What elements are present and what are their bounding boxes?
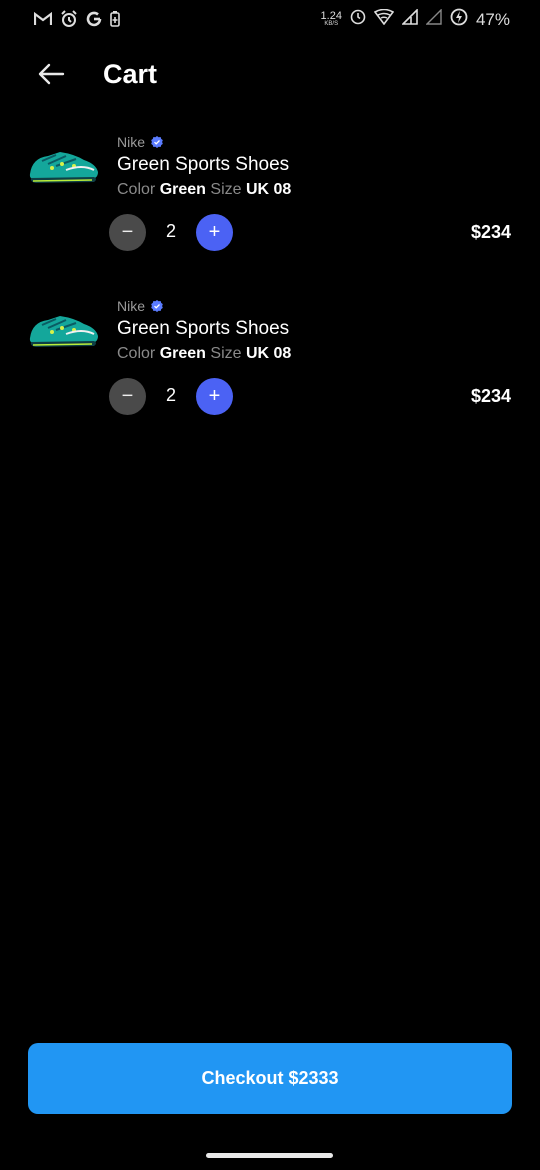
charging-icon bbox=[450, 8, 468, 31]
app-header: Cart bbox=[0, 52, 540, 98]
increase-quantity-button[interactable]: + bbox=[196, 214, 233, 251]
google-icon bbox=[86, 11, 102, 33]
color-label: Color bbox=[117, 345, 156, 362]
status-right: 1.24 KB/S 47% bbox=[321, 8, 510, 31]
brand-row: Nike bbox=[117, 134, 163, 150]
brand-row: Nike bbox=[117, 298, 163, 314]
product-image[interactable] bbox=[26, 146, 102, 186]
status-left bbox=[33, 10, 120, 34]
battery-percent: 47% bbox=[475, 9, 510, 29]
product-name: Green Sports Shoes bbox=[117, 318, 290, 339]
product-spec: Color Green Size UK 08 bbox=[117, 181, 291, 199]
item-price: $234 bbox=[470, 386, 511, 406]
quantity-value: 2 bbox=[165, 221, 176, 241]
increase-quantity-button[interactable]: + bbox=[196, 378, 233, 415]
checkout-button[interactable]: Checkout $2333 bbox=[28, 1043, 512, 1114]
color-label: Color bbox=[117, 181, 156, 198]
home-indicator[interactable] bbox=[206, 1153, 333, 1158]
cart-item: Nike Green Sports Shoes Color Green Size… bbox=[0, 134, 540, 284]
arrow-left-icon bbox=[38, 63, 65, 85]
color-value: Green bbox=[159, 345, 206, 362]
quantity-value: 2 bbox=[165, 385, 176, 405]
item-price: $234 bbox=[470, 222, 511, 242]
cart-item: Nike Green Sports Shoes Color Green Size… bbox=[0, 298, 540, 448]
brand-name: Nike bbox=[117, 134, 146, 150]
status-bar: 1.24 KB/S 47% bbox=[0, 0, 540, 40]
product-name: Green Sports Shoes bbox=[117, 154, 290, 175]
size-value: UK 08 bbox=[245, 345, 292, 362]
size-label: Size bbox=[210, 345, 242, 362]
page-title: Cart bbox=[103, 59, 158, 89]
gmail-icon bbox=[33, 11, 53, 32]
color-value: Green bbox=[159, 181, 206, 198]
signal-icon bbox=[401, 8, 418, 30]
net-speed-unit: KB/S bbox=[324, 20, 339, 27]
size-label: Size bbox=[210, 181, 242, 198]
verified-badge-icon bbox=[151, 300, 163, 312]
wifi-icon bbox=[373, 8, 395, 30]
size-value: UK 08 bbox=[245, 181, 292, 198]
product-spec: Color Green Size UK 08 bbox=[117, 345, 291, 363]
net-speed: 1.24 KB/S bbox=[320, 9, 342, 28]
timer-icon bbox=[350, 9, 366, 30]
product-image[interactable] bbox=[26, 310, 102, 350]
alarm-icon bbox=[60, 10, 78, 34]
net-speed-value: 1.24 bbox=[320, 9, 342, 22]
battery-saver-icon bbox=[110, 11, 120, 33]
back-button[interactable] bbox=[36, 60, 66, 88]
decrease-quantity-button[interactable]: − bbox=[109, 214, 146, 251]
decrease-quantity-button[interactable]: − bbox=[109, 378, 146, 415]
verified-badge-icon bbox=[151, 136, 163, 148]
signal-icon-2 bbox=[425, 8, 442, 30]
brand-name: Nike bbox=[117, 298, 146, 314]
